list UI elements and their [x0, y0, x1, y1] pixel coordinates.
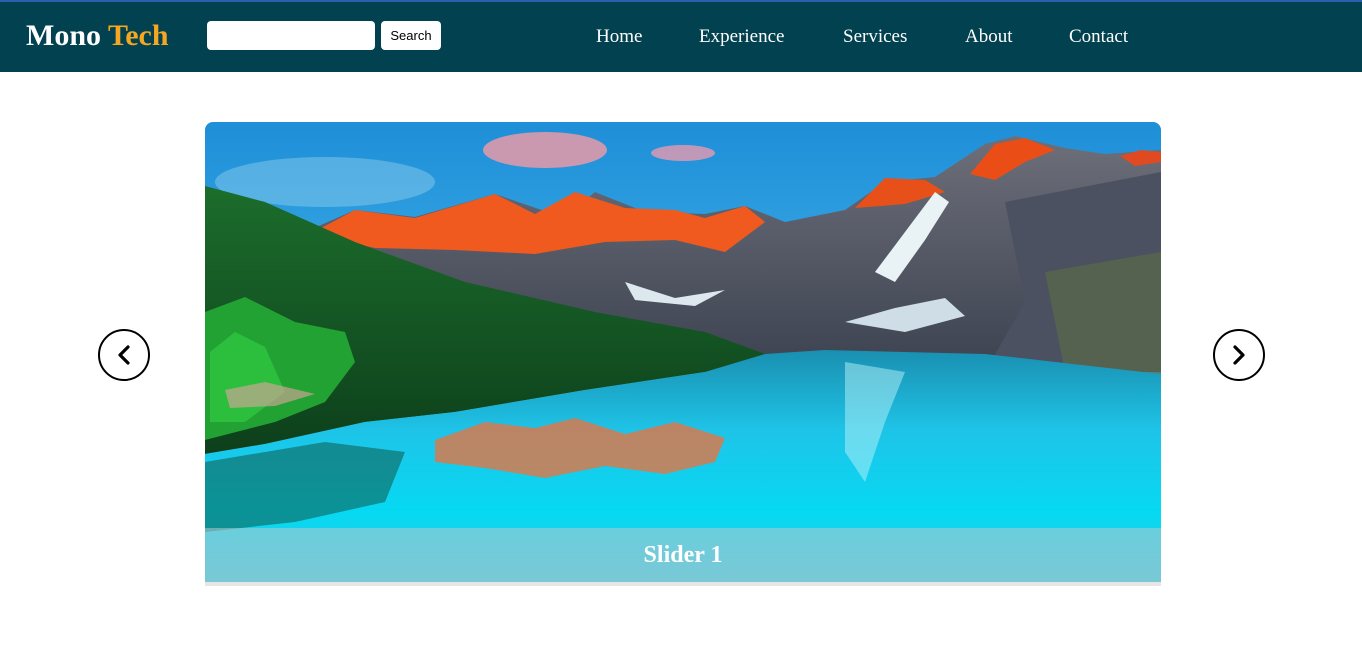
brand-name: Mono: [26, 19, 101, 52]
nav-experience[interactable]: Experience: [699, 24, 784, 50]
slider-prev-button[interactable]: [98, 329, 150, 381]
chevron-right-icon: [1231, 345, 1247, 365]
nav-home[interactable]: Home: [596, 24, 642, 50]
slider-next-button[interactable]: [1213, 329, 1265, 381]
search-button[interactable]: Search: [381, 21, 441, 50]
brand-logo[interactable]: Mono Tech: [26, 18, 169, 54]
nav-services[interactable]: Services: [843, 24, 907, 50]
chevron-left-icon: [116, 345, 132, 365]
nav-contact[interactable]: Contact: [1069, 24, 1128, 50]
search-input[interactable]: [207, 21, 375, 50]
slide-image: [205, 122, 1161, 582]
slide-caption: Slider 1: [643, 542, 723, 568]
nav-about[interactable]: About: [965, 24, 1013, 50]
slider-bottom-edge: [205, 582, 1161, 586]
image-slider: Slider 1: [205, 122, 1161, 586]
brand-accent-name: Tech: [107, 19, 169, 52]
top-navbar: Mono Tech Search Home Experience Service…: [0, 0, 1362, 72]
